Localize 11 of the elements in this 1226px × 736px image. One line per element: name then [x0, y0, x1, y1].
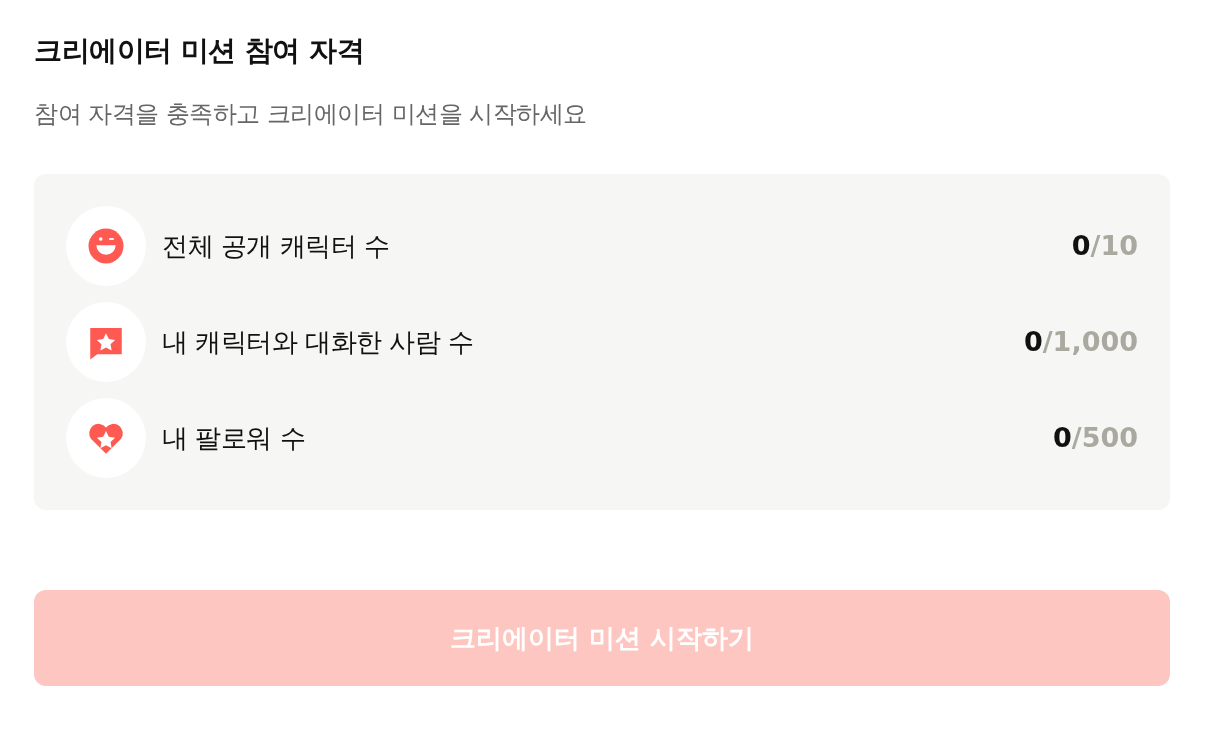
current-count: 0: [1023, 325, 1043, 357]
requirement-label: 내 팔로워 수: [162, 421, 306, 455]
section-title: 크리에이터 미션 참여 자격: [34, 33, 366, 69]
current-count: 0: [1071, 229, 1091, 261]
target-count: /1,000: [1042, 325, 1138, 357]
requirement-label: 전체 공개 캐릭터 수: [162, 229, 390, 263]
target-count: /500: [1071, 421, 1138, 453]
section-subtitle: 참여 자격을 충족하고 크리에이터 미션을 시작하세요: [34, 99, 588, 130]
target-count: /10: [1090, 229, 1138, 261]
requirement-label: 내 캐릭터와 대화한 사람 수: [162, 325, 474, 359]
current-count: 0: [1052, 421, 1072, 453]
